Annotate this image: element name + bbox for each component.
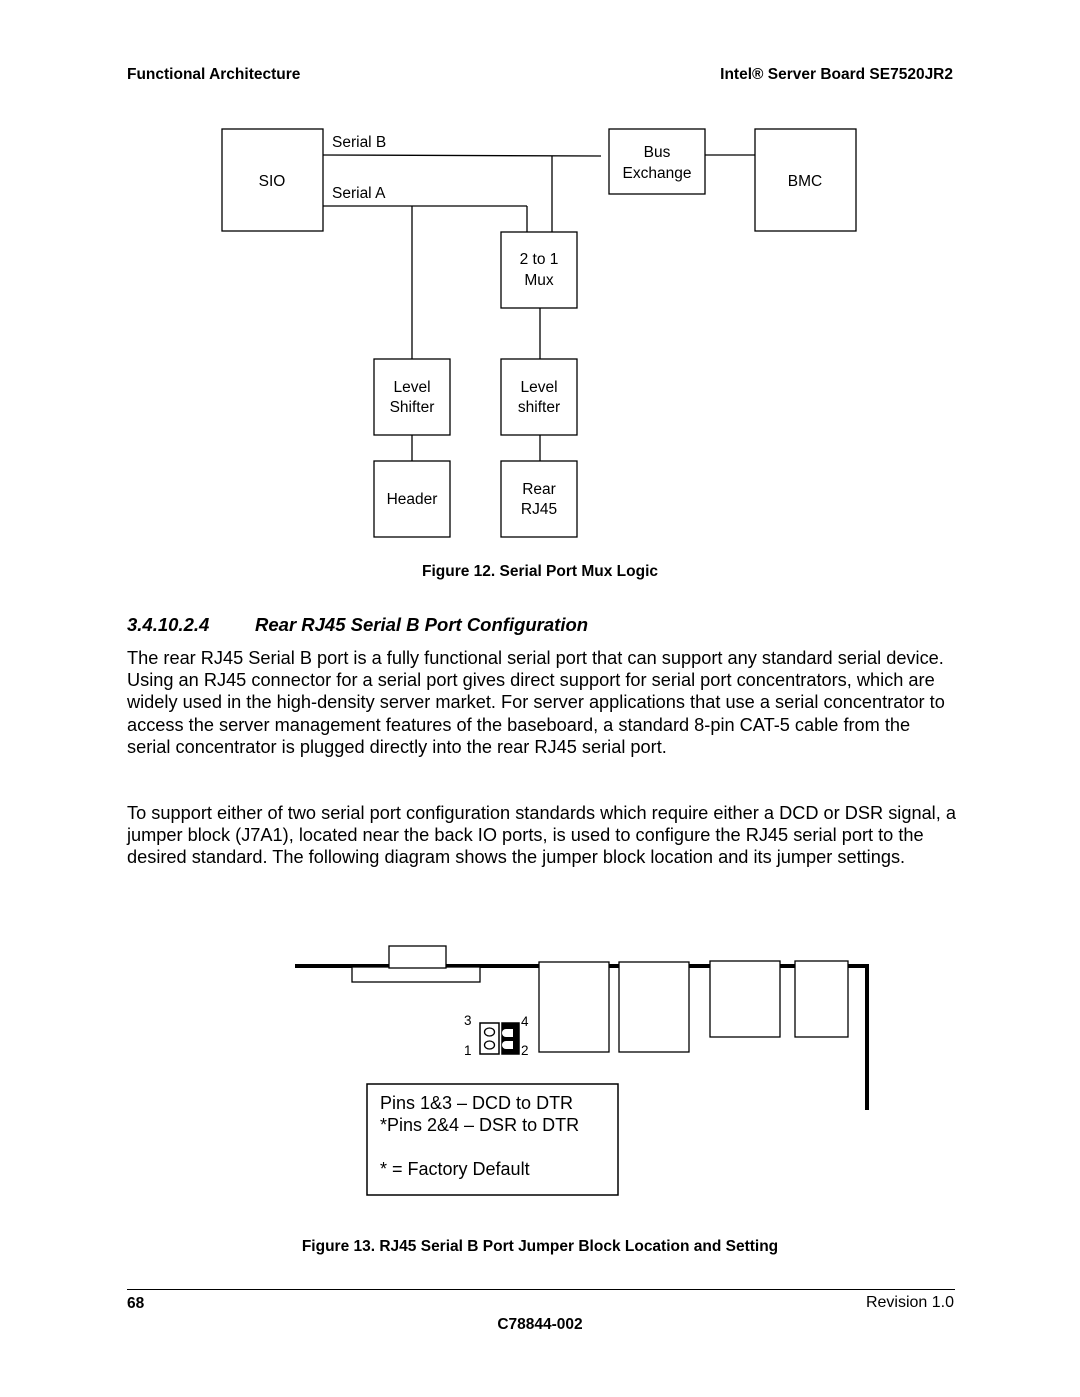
bus-exchange-block [608, 128, 706, 195]
figure-12-caption: Figure 12. Serial Port Mux Logic [422, 563, 658, 580]
legend-line-factory-default: * = Factory Default [380, 1159, 530, 1179]
pin-label-4: 4 [521, 1014, 529, 1029]
mux-label-2: Mux [524, 272, 554, 289]
sio-label: SIO [259, 173, 286, 190]
io-port-2 [618, 961, 690, 1053]
bmc-label: BMC [788, 173, 822, 190]
level-shifter-right-label-1: Level [520, 379, 557, 396]
serial-a-signal-label: Serial A [332, 185, 386, 202]
pin-label-3: 3 [464, 1013, 472, 1028]
figure-13-caption: Figure 13. RJ45 Serial B Port Jumper Blo… [301, 1238, 779, 1255]
legend-line-pins-1-3: Pins 1&3 – DCD to DTR [380, 1093, 573, 1113]
jumper-shunt-pins-2-4 [501, 1022, 520, 1055]
level-shifter-right-label-2: shifter [518, 399, 560, 416]
legend-line-pins-2-4: *Pins 2&4 – DSR to DTR [380, 1115, 579, 1135]
pin-label-1: 1 [464, 1043, 472, 1058]
bus-exchange-label-2: Exchange [623, 165, 692, 182]
figure-12-diagram: SIO Bus Exchange BMC 2 to 1 Mux Level Sh… [221, 128, 857, 538]
body-paragraph: The rear RJ45 Serial B port is a fully f… [127, 648, 945, 757]
pin-2-icon [502, 1041, 513, 1049]
figure-13-diagram: 3 4 1 2 Pins 1&3 – DCD to DTR *Pins 2&4 … [295, 945, 869, 1196]
rear-rj45-block [500, 460, 578, 538]
pin-4-icon [502, 1029, 513, 1037]
revision-label: Revision 1.0 [865, 1294, 954, 1311]
section-number: 3.4.10.2.4 [127, 614, 210, 635]
level-shifter-right-block [500, 358, 578, 436]
bus-exchange-label-1: Bus [644, 144, 671, 161]
connector-base [351, 966, 481, 983]
level-shifter-left-block [373, 358, 451, 436]
document-number: C78844-002 [497, 1316, 583, 1333]
mux-label-1: 2 to 1 [520, 251, 559, 268]
pin-label-2: 2 [521, 1043, 529, 1058]
section-title: Rear RJ45 Serial B Port Configuration [255, 614, 589, 635]
rear-rj45-label-2: RJ45 [521, 501, 557, 518]
io-port-4 [794, 960, 849, 1038]
footer-divider [127, 1289, 955, 1290]
header-label: Header [387, 491, 438, 508]
rear-rj45-label-1: Rear [522, 481, 556, 498]
level-shifter-left-label-1: Level [393, 379, 430, 396]
body-paragraph: To support either of two serial port con… [127, 803, 956, 868]
level-shifter-left-label-2: Shifter [390, 399, 435, 416]
page-number: 68 [127, 1295, 145, 1312]
serial-b-signal-label: Serial B [332, 134, 386, 151]
connector-top [388, 945, 447, 969]
io-port-3 [709, 960, 781, 1038]
serial-b-line [322, 154, 602, 157]
io-port-1 [538, 961, 610, 1053]
mux-block [500, 231, 578, 309]
section-heading: 3.4.10.2.4 Rear RJ45 Serial B Port Config… [127, 614, 588, 636]
jumper-block-j7a1 [479, 1022, 520, 1055]
